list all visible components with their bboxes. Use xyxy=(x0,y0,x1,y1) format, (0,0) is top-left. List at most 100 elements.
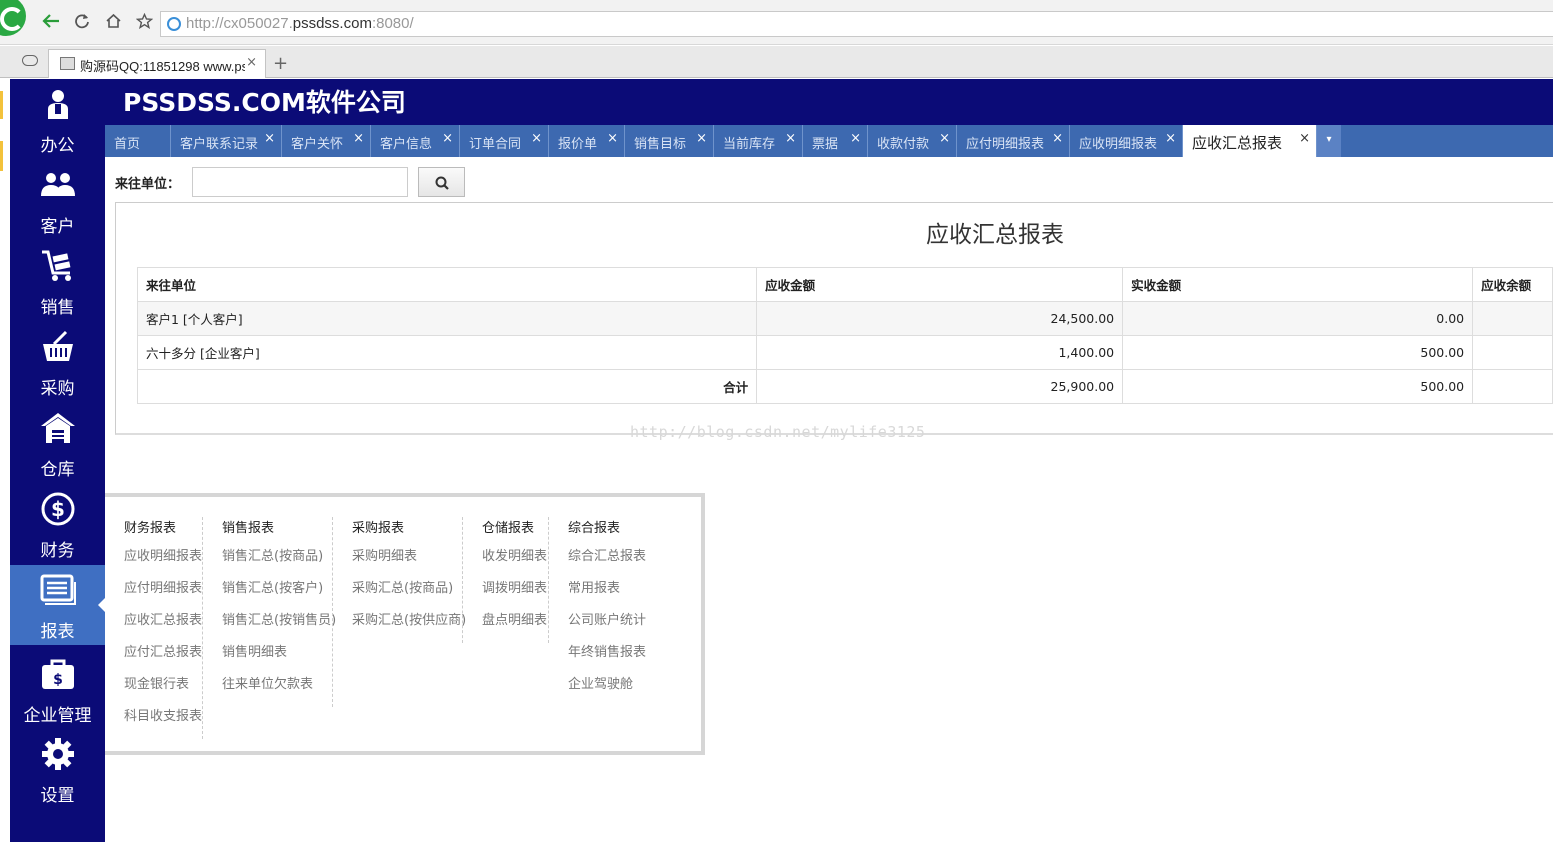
menu-column-storage: 仓储报表 收发明细表 调拨明细表 盘点明细表 xyxy=(482,517,547,641)
sidebar-item-warehouse[interactable]: 仓库 xyxy=(10,403,105,483)
bookmark-star-icon[interactable] xyxy=(133,10,155,32)
customers-icon xyxy=(41,173,75,196)
new-tab-button[interactable]: + xyxy=(273,53,288,74)
menu-item[interactable]: 盘点明细表 xyxy=(482,609,547,641)
report-title: 应收汇总报表 xyxy=(926,222,1064,248)
sidebar-item-label: 财务 xyxy=(40,541,75,561)
tab-home[interactable]: 首页 xyxy=(105,125,171,157)
close-icon[interactable]: × xyxy=(850,131,861,146)
tab-bar: 首页 客户联系记录 × 客户关怀 × 客户信息 × 订单合同 × 报价单 × 销售目标 × … xyxy=(105,125,1553,157)
sidebar-item-office[interactable]: 办公 xyxy=(10,79,105,159)
close-icon[interactable]: × xyxy=(442,131,453,146)
cloud-icon[interactable] xyxy=(22,55,38,66)
menu-item[interactable]: 年终销售报表 xyxy=(568,641,646,673)
menu-item[interactable]: 应收汇总报表 xyxy=(124,609,202,641)
menu-item[interactable]: 公司账户统计 xyxy=(568,609,646,641)
tab-bills[interactable]: 票据 × xyxy=(803,125,868,157)
menu-item[interactable]: 调拨明细表 xyxy=(482,577,547,609)
close-icon[interactable]: × xyxy=(785,131,796,146)
menu-item[interactable]: 采购明细表 xyxy=(352,545,466,577)
sidebar-item-sales[interactable]: 销售 xyxy=(10,241,105,321)
menu-item[interactable]: 采购汇总(按商品) xyxy=(352,577,466,609)
menu-item[interactable]: 采购汇总(按供应商) xyxy=(352,609,466,641)
browser-tab[interactable]: 购源码QQ:11851298 www.pssdss.com × xyxy=(48,49,266,78)
sales-cart-icon xyxy=(42,250,71,281)
browser-tab-title: 购源码QQ:11851298 www.pssdss.com xyxy=(80,59,245,74)
close-icon[interactable]: × xyxy=(353,131,364,146)
sidebar-item-label: 客户 xyxy=(40,217,75,237)
tab-customer-care[interactable]: 客户关怀 × xyxy=(282,125,371,157)
sidebar-item-reports[interactable]: 报表 xyxy=(10,565,106,645)
menu-item[interactable]: 企业驾驶舱 xyxy=(568,673,646,705)
tab-sales-target[interactable]: 销售目标 × xyxy=(625,125,714,157)
tab-contact-records[interactable]: 客户联系记录 × xyxy=(171,125,282,157)
close-icon[interactable]: × xyxy=(1299,131,1310,146)
tab-order-contract[interactable]: 订单合同 × xyxy=(460,125,549,157)
tab-more-dropdown[interactable]: ▾ xyxy=(1317,125,1341,157)
table-row[interactable]: 六十多分 [企业客户] 1,400.00 500.00 xyxy=(136,335,1553,370)
menu-item[interactable]: 应付汇总报表 xyxy=(124,641,202,673)
menu-item[interactable]: 应收明细报表 xyxy=(124,545,202,577)
refresh-icon[interactable] xyxy=(71,10,93,32)
received-cell: 0.00 xyxy=(1122,301,1474,336)
menu-item[interactable]: 科目收支报表 xyxy=(124,705,202,737)
column-header: 应收余额 xyxy=(1472,267,1553,302)
dollar-icon: $ xyxy=(41,492,75,526)
sidebar-item-label: 采购 xyxy=(40,379,75,399)
menu-column-finance: 财务报表 应收明细报表 应付明细报表 应收汇总报表 应付汇总报表 现金银行表 科… xyxy=(124,517,202,737)
menu-item[interactable]: 销售明细表 xyxy=(222,641,336,673)
tab-receivable-detail[interactable]: 应收明细报表 × xyxy=(1070,125,1183,157)
menu-item[interactable]: 现金银行表 xyxy=(124,673,202,705)
menu-item[interactable]: 常用报表 xyxy=(568,577,646,609)
sidebar-item-label: 企业管理 xyxy=(23,706,92,726)
tab-payable-detail[interactable]: 应付明细报表 × xyxy=(957,125,1070,157)
search-button[interactable] xyxy=(418,167,465,197)
close-icon[interactable]: × xyxy=(939,131,950,146)
menu-heading: 销售报表 xyxy=(222,521,275,536)
table-header-row: 来往单位 应收金额 实收金额 应收余额 xyxy=(136,267,1553,302)
menu-item[interactable]: 往来单位欠款表 xyxy=(222,673,336,705)
close-icon[interactable]: × xyxy=(246,55,257,70)
address-bar[interactable]: http://cx050027.pssdss.com:8080/ xyxy=(160,11,1553,37)
tab-quotation[interactable]: 报价单 × xyxy=(549,125,625,157)
menu-heading: 综合报表 xyxy=(568,521,621,536)
menu-item[interactable]: 销售汇总(按商品) xyxy=(222,545,336,577)
url-text: http://cx050027.pssdss.com:8080/ xyxy=(186,15,414,32)
sidebar-item-purchase[interactable]: 采购 xyxy=(10,322,105,402)
menu-divider xyxy=(548,517,549,643)
sidebar-item-finance[interactable]: $ 财务 xyxy=(10,484,105,564)
unit-cell: 客户1 [个人客户] xyxy=(136,301,758,336)
report-table: 来往单位 应收金额 实收金额 应收余额 客户1 [个人客户] 24,500.00… xyxy=(136,267,1553,404)
close-icon[interactable]: × xyxy=(1052,131,1063,146)
watermark: http://blog.csdn.net/mylife3125 xyxy=(630,423,926,441)
tab-customer-info[interactable]: 客户信息 × xyxy=(371,125,460,157)
close-icon[interactable]: × xyxy=(264,131,275,146)
home-icon[interactable] xyxy=(102,10,124,32)
close-icon[interactable]: × xyxy=(531,131,542,146)
menu-item[interactable]: 销售汇总(按销售员) xyxy=(222,609,336,641)
sidebar-item-customers[interactable]: 客户 xyxy=(10,160,105,240)
column-header: 应收金额 xyxy=(756,267,1124,302)
close-icon[interactable]: × xyxy=(607,131,618,146)
menu-column-purchase: 采购报表 采购明细表 采购汇总(按商品) 采购汇总(按供应商) xyxy=(352,517,466,641)
menu-divider xyxy=(332,517,333,707)
receivable-cell: 1,400.00 xyxy=(756,335,1124,370)
balance-cell xyxy=(1472,301,1553,336)
table-row[interactable]: 客户1 [个人客户] 24,500.00 0.00 xyxy=(136,301,1553,336)
tab-current-stock[interactable]: 当前库存 × xyxy=(714,125,803,157)
svg-text:$: $ xyxy=(51,497,65,521)
unit-search-input[interactable] xyxy=(192,167,408,197)
back-arrow-icon[interactable] xyxy=(40,10,62,32)
close-icon[interactable]: × xyxy=(696,131,707,146)
sidebar-item-enterprise[interactable]: $ 企业管理 xyxy=(10,649,105,729)
tab-receivable-summary[interactable]: 应收汇总报表 × xyxy=(1183,125,1317,157)
column-header: 实收金额 xyxy=(1122,267,1474,302)
close-icon[interactable]: × xyxy=(1165,131,1176,146)
menu-item[interactable]: 应付明细报表 xyxy=(124,577,202,609)
tab-payments[interactable]: 收款付款 × xyxy=(868,125,957,157)
menu-item[interactable]: 综合汇总报表 xyxy=(568,545,646,577)
sidebar-item-settings[interactable]: 设置 xyxy=(10,729,105,809)
edge-strip xyxy=(0,79,10,842)
menu-item[interactable]: 销售汇总(按客户) xyxy=(222,577,336,609)
menu-item[interactable]: 收发明细表 xyxy=(482,545,547,577)
